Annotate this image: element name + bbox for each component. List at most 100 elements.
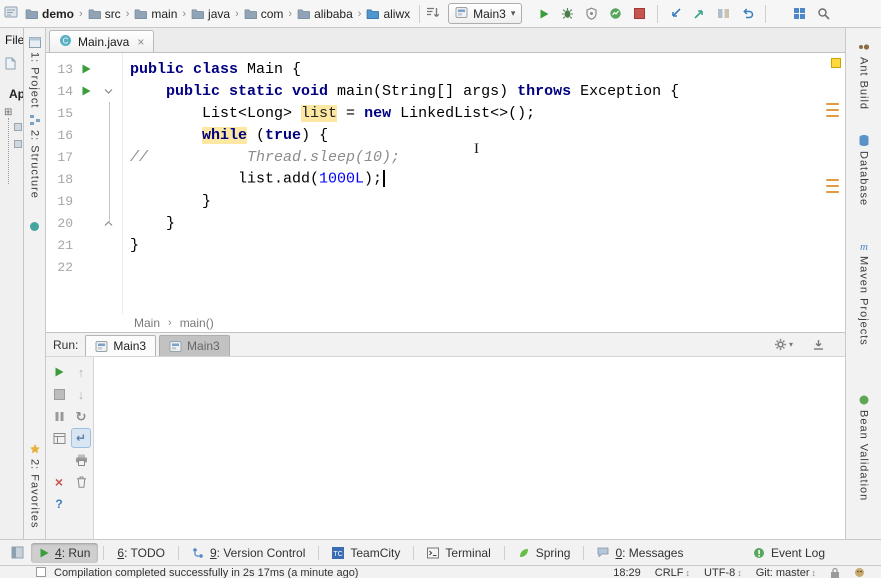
fold-close-icon[interactable] (104, 220, 113, 227)
rerun-button[interactable] (49, 362, 69, 382)
profiler-button[interactable] (604, 3, 627, 25)
tool-button-2-structure[interactable]: 2: Structure (28, 111, 42, 202)
tool-tab-4-run[interactable]: 4: Run (31, 542, 99, 563)
code-line-21[interactable]: 21} (46, 234, 829, 256)
updown-icon: ↕ (685, 567, 691, 578)
code-line-18[interactable]: 18 list.add(1000L); (46, 168, 829, 190)
run-tab-main3-0[interactable]: Main3 (85, 335, 157, 356)
updown-icon: ↕ (737, 567, 742, 578)
code-line-20[interactable]: 20 } (46, 212, 829, 234)
console-output[interactable] (94, 357, 845, 539)
tool-window-switcher[interactable] (6, 542, 29, 564)
svg-text:m: m (860, 241, 868, 252)
code-line-17[interactable]: 17// Thread.sleep(10); (46, 146, 829, 168)
tool-tab-spring[interactable]: Spring (510, 543, 579, 563)
breadcrumb-java[interactable]: java (188, 5, 233, 23)
close-icon[interactable]: × (137, 35, 144, 49)
help-button[interactable]: ? (49, 494, 69, 514)
status-widget-crlf[interactable]: CRLF ↕ (655, 567, 690, 578)
tool-button-maven-projects[interactable]: m Maven Projects (857, 237, 871, 349)
restore-layout-button[interactable] (49, 428, 69, 448)
code-line-19[interactable]: 19 } (46, 190, 829, 212)
tree-expand-icon[interactable]: ⊞ (4, 107, 12, 118)
event-log-button[interactable]: Event Log (747, 543, 831, 563)
run-config-selector[interactable]: Main3 ▾ (448, 3, 523, 24)
tool-tab-0-messages[interactable]: 0: Messages (589, 543, 691, 563)
up-stack-button[interactable]: ↑ (71, 362, 91, 382)
lock-button[interactable] (830, 567, 840, 578)
editor-breadcrumb-main[interactable]: Main (134, 316, 160, 330)
run-line-icon[interactable] (81, 64, 91, 74)
tool-tab-teamcity[interactable]: TC TeamCity (324, 543, 408, 563)
close-tab-button[interactable]: × (49, 472, 69, 492)
tool-tab-label: 6: TODO (117, 545, 165, 560)
stop-disabled-icon (53, 388, 65, 400)
softwrap-button[interactable]: ↵ (71, 428, 91, 448)
breadcrumb-separator: › (168, 317, 172, 329)
settings-gear-button[interactable]: ▾ (772, 334, 795, 356)
status-right-group: 18:29 CRLF ↕ UTF-8 ↕ Git: master ↕ (613, 567, 873, 578)
database-icon (858, 134, 870, 147)
update-project-button[interactable] (664, 3, 687, 25)
breadcrumb-alibaba[interactable]: alibaba (294, 5, 356, 23)
tool-button-pinned[interactable] (28, 218, 41, 235)
rerun-failed-button[interactable]: ↻ (71, 406, 91, 426)
status-widget-utf-8[interactable]: UTF-8 ↕ (704, 567, 742, 578)
debug-button[interactable] (556, 3, 579, 25)
run-tab-main3-1[interactable]: Main3 (159, 335, 230, 356)
down-stack-button[interactable]: ↓ (71, 384, 91, 404)
clear-all-button[interactable] (71, 472, 91, 492)
breadcrumb-com[interactable]: com (241, 5, 287, 23)
print-button[interactable] (71, 450, 91, 470)
background-file-menu[interactable]: File (5, 33, 23, 47)
pause-button[interactable] (49, 406, 69, 426)
tool-button-bean-validation[interactable]: Bean Validation (857, 391, 871, 504)
stop-button[interactable] (628, 3, 651, 25)
breadcrumb-src[interactable]: src (85, 5, 124, 23)
status-widget-git-master[interactable]: Git: master ↕ (756, 567, 816, 578)
tool-tab-9-version-control[interactable]: 9: Version Control (184, 543, 313, 563)
breadcrumb-demo[interactable]: demo (22, 5, 77, 23)
run-line-icon[interactable] (81, 86, 91, 96)
main-toolbar: demo › src › main › java › com › alibaba › aliwx Mai… (0, 0, 881, 28)
tree-item-icon[interactable] (14, 140, 22, 148)
stop-disabled-button[interactable] (49, 384, 69, 404)
breadcrumb-aliwx[interactable]: aliwx (363, 5, 413, 23)
fold-open-icon[interactable] (104, 88, 113, 95)
search-button[interactable] (812, 3, 835, 25)
ant-build-icon (858, 41, 870, 53)
line-number: 19 (57, 193, 73, 209)
code-text: public static void main(String[] args) t… (166, 82, 680, 100)
tool-button-2-favorites[interactable]: 2: Favorites (28, 440, 42, 531)
commit-button[interactable] (688, 3, 711, 25)
sort-icon[interactable] (426, 6, 440, 19)
tool-button-label: Maven Projects (857, 256, 870, 346)
run-tabs: Main3 Main3 (85, 333, 230, 356)
messages-icon (597, 547, 609, 558)
editor-breadcrumb-main[interactable]: main() (180, 316, 214, 330)
undo-button[interactable] (736, 3, 759, 25)
tool-tab-terminal[interactable]: Terminal (419, 543, 498, 563)
tool-tab-6-todo[interactable]: 6: TODO (109, 543, 173, 563)
project-structure-button[interactable] (788, 3, 811, 25)
navigation-bar-icon[interactable] (4, 5, 18, 19)
hide-panel-button[interactable] (807, 334, 830, 356)
code-line-14[interactable]: 14 public static void main(String[] args… (46, 80, 829, 102)
compare-button[interactable] (712, 3, 735, 25)
tool-button-database[interactable]: Database (857, 131, 871, 209)
editor-tab-main-java[interactable]: C Main.java × (49, 30, 155, 52)
code-line-13[interactable]: 13 public class Main { (46, 58, 829, 80)
code-line-15[interactable]: 15 List<Long> list = new LinkedList<>(); (46, 102, 829, 124)
code-line-22[interactable]: 22 (46, 256, 829, 278)
inspections-button[interactable] (854, 567, 865, 578)
breadcrumb-main[interactable]: main (131, 5, 180, 23)
tool-button-ant-build[interactable]: Ant Build (857, 38, 871, 113)
tree-item-icon[interactable] (14, 123, 22, 131)
run-button[interactable] (532, 3, 555, 25)
tool-button-label: 2: Structure (28, 130, 41, 200)
tool-button-1-project[interactable]: 1: Project (28, 34, 42, 111)
vcs-actions-group (664, 3, 759, 25)
coverage-button[interactable] (580, 3, 603, 25)
code-line-16[interactable]: 16 while (true) { (46, 124, 829, 146)
code-editor[interactable]: 13 public class Main {14 public static vo… (46, 53, 845, 314)
